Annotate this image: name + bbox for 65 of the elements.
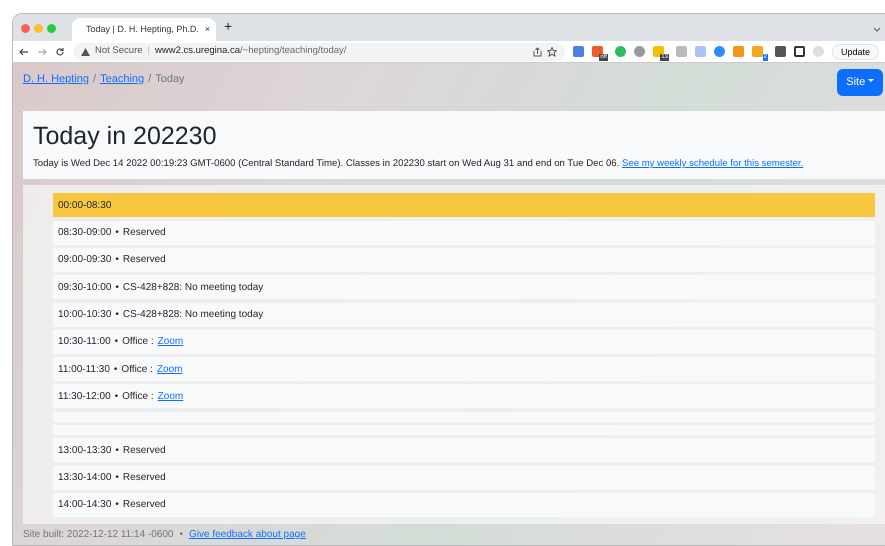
separator-dot: • xyxy=(115,498,119,512)
slot-time: 11:30-12:00 xyxy=(58,390,111,404)
slot-time: 09:00-09:30 xyxy=(58,253,112,268)
intro-text: Today is Wed Dec 14 2022 00:19:23 GMT-0600 (Central Standard Time). Classes in 202230 start on Wed Aug 31 and end on Tue Dec 06. See my weekly schedule for this semester. xyxy=(33,157,804,171)
breadcrumb-link[interactable]: Teaching xyxy=(100,73,144,85)
zoom-link[interactable]: Zoom xyxy=(156,362,182,377)
slot-time: 08:30-09:00 xyxy=(58,226,112,240)
warning-icon xyxy=(81,48,90,56)
build-info: Site built: 2022-12-12 11:14 -0600 xyxy=(23,528,174,542)
slot-label: Office : xyxy=(122,390,154,404)
slot-label: Reserved xyxy=(122,471,166,486)
sidebar-icon[interactable] xyxy=(794,46,805,57)
slot-time: 10:30-11:00 xyxy=(58,335,111,350)
feedback-link[interactable]: Give feedback about page xyxy=(189,527,306,542)
separator-dot: • xyxy=(115,253,119,268)
chevron-down-icon[interactable] xyxy=(873,27,881,33)
tab-title: Today | D. H. Hepting, Ph.D. xyxy=(86,22,199,36)
slot-time: 11:00-11:30 xyxy=(58,362,110,377)
new-tab-button[interactable]: + xyxy=(224,16,232,37)
separator-dot: • xyxy=(114,390,118,404)
slot-label: Office : xyxy=(122,335,154,350)
back-icon[interactable] xyxy=(19,46,29,56)
zoom-link[interactable]: Zoom xyxy=(158,388,184,404)
separator-dot: • xyxy=(114,362,118,377)
separator-dot: • xyxy=(115,471,119,486)
slot-label: CS-428+828: No meeting today xyxy=(122,308,264,322)
slot-time: 13:30-14:00 xyxy=(58,471,112,486)
maximize-window-button[interactable] xyxy=(47,24,56,33)
address-bar[interactable]: Not Secure | www2.cs.uregina.ca/~hepting/teaching/today/ xyxy=(73,42,565,60)
separator-dot: • xyxy=(114,335,118,350)
slot-label: Reserved xyxy=(122,253,166,268)
url-text: www2.cs.uregina.ca/~hepting/teaching/today/ xyxy=(155,44,346,58)
breadcrumb-separator: / xyxy=(93,73,96,85)
slot-label: Reserved xyxy=(122,226,166,240)
slot-time: 00:00-08:30 xyxy=(58,198,112,213)
zoom-link[interactable]: Zoom xyxy=(158,334,184,350)
close-tab-button[interactable]: × xyxy=(204,22,210,36)
page-title: Today in 202230 xyxy=(33,121,218,151)
separator-dot: • xyxy=(115,308,119,322)
slot-label: Reserved xyxy=(122,444,166,458)
star-icon[interactable] xyxy=(546,46,557,56)
share-icon[interactable] xyxy=(532,46,542,56)
url-divider: | xyxy=(148,44,150,58)
slot-label: CS-428+828: No meeting today xyxy=(122,280,264,295)
reload-icon[interactable] xyxy=(55,46,65,56)
browser-tab[interactable]: Today | D. H. Hepting, Ph.D. × xyxy=(72,18,216,41)
slot-time: 13:00-13:30 xyxy=(58,444,112,458)
breadcrumb-separator: / xyxy=(148,73,152,85)
separator-dot: • xyxy=(115,226,119,240)
breadcrumb-current: Today xyxy=(155,73,185,85)
slot-time: 14:00-14:30 xyxy=(58,498,112,512)
slot-label: Office : xyxy=(121,362,153,377)
separator-dot: • xyxy=(179,528,183,542)
breadcrumb-link[interactable]: D. H. Hepting xyxy=(23,73,90,85)
close-window-button[interactable] xyxy=(21,24,30,33)
schedule-link[interactable]: See my weekly schedule for this semester. xyxy=(622,158,804,169)
separator-dot: • xyxy=(115,280,119,295)
slot-time: 09:30-10:00 xyxy=(58,280,112,295)
slot-label: Reserved xyxy=(122,498,166,512)
separator-dot: • xyxy=(115,444,119,458)
slot-time: 10:00-10:30 xyxy=(58,308,112,322)
site-menu-button[interactable]: Site xyxy=(837,69,883,96)
update-button[interactable]: Update xyxy=(832,44,879,60)
forward-icon[interactable] xyxy=(37,46,47,56)
security-label: Not Secure xyxy=(95,44,143,58)
